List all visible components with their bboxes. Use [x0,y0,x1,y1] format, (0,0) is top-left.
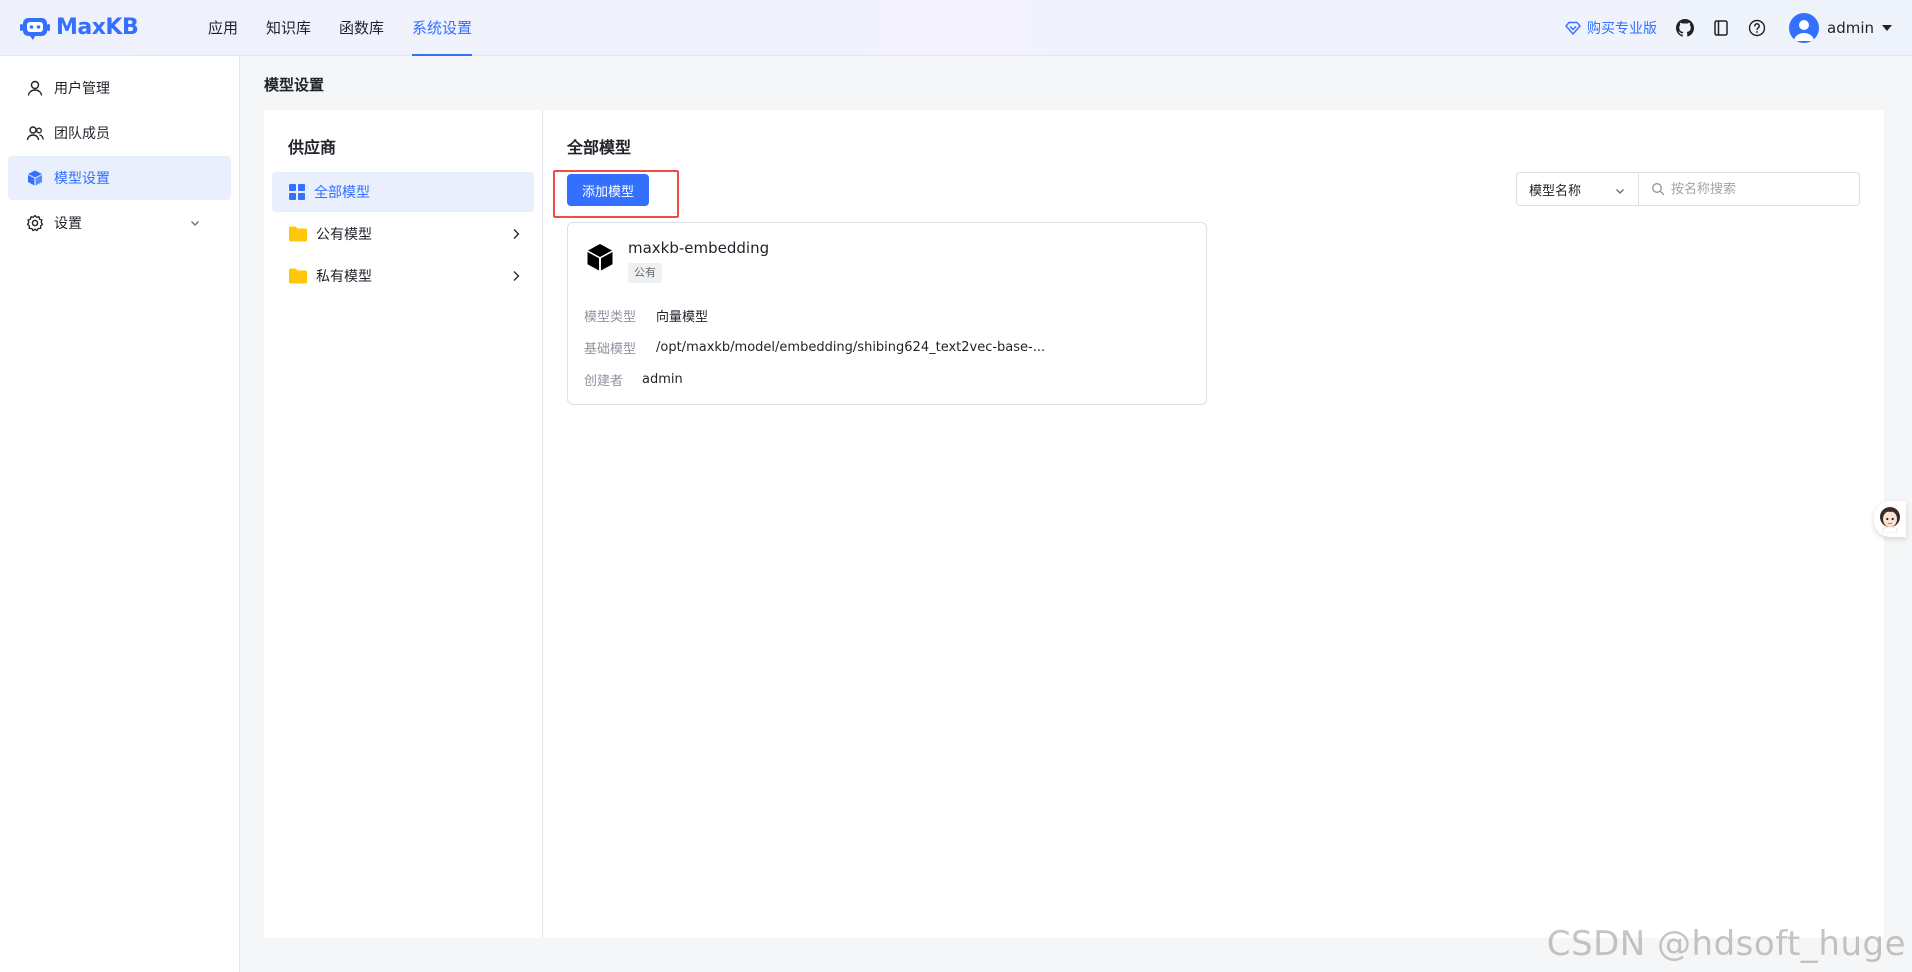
nav-item-system-settings[interactable]: 系统设置 [412,0,473,56]
model-detail-key: 模型类型 [584,309,637,325]
search-box [1638,172,1860,206]
sidebar-item-label: 设置 [54,216,82,232]
assistant-avatar-icon [1880,507,1900,533]
book-icon [1714,20,1728,36]
main-panel: 供应商 全部模型 公有模型 私有模型 全部模型 添加模型 模型名称 按名称搜索 … [264,110,1884,938]
sidebar-item-label: 团队成员 [54,126,110,142]
caret-down-icon [1882,25,1892,31]
provider-item-label: 全部模型 [314,185,370,201]
cube-icon [587,244,613,271]
search-input[interactable] [1671,181,1851,197]
model-list: 全部模型 添加模型 模型名称 按名称搜索 maxkb-embedding 公有 … [543,110,1884,938]
sidebar: 用户管理 团队成员 模型设置 设置 [0,56,240,972]
model-card[interactable]: maxkb-embedding 公有 模型类型 向量模型 基础模型 /opt/m… [567,222,1207,405]
model-name: maxkb-embedding [628,239,770,257]
filter-field-value: 模型名称 [1529,183,1582,199]
header-actions: 购买专业版 admin [1565,0,1892,56]
folder-icon [289,226,307,242]
page-title: 模型设置 [264,76,325,94]
model-detail-value: 向量模型 [656,309,709,325]
diamond-icon [1565,21,1581,35]
model-visibility-tag: 公有 [628,263,662,283]
team-icon [26,126,44,141]
help-circle-icon [1748,19,1766,37]
folder-icon [289,268,307,284]
provider-item-label: 公有模型 [316,227,372,243]
user-icon [27,80,43,96]
sidebar-item-label: 用户管理 [54,81,110,97]
user-menu[interactable]: admin [1789,13,1892,43]
provider-item-label: 私有模型 [316,269,372,285]
avatar [1789,13,1819,43]
github-button[interactable] [1675,18,1695,38]
sidebar-item-user-management[interactable]: 用户管理 [8,66,231,110]
provider-item-private-models[interactable]: 私有模型 [272,256,534,296]
nav-item-knowledge[interactable]: 知识库 [266,0,311,56]
cube-icon [28,170,42,186]
buy-pro-label: 购买专业版 [1587,21,1657,37]
gear-icon [26,214,44,232]
filter-field-select[interactable]: 模型名称 [1516,172,1638,206]
search-icon [1652,183,1665,196]
provider-list: 供应商 全部模型 公有模型 私有模型 [264,110,543,938]
app-name: MaxKB [56,15,139,40]
model-detail-row: 创建者 admin [584,363,1190,395]
watermark: CSDN @hdsoft_huge [1546,924,1906,964]
user-avatar-icon [1794,20,1814,41]
model-detail-value: admin [642,371,683,387]
model-list-title: 全部模型 [567,138,632,157]
logo[interactable]: MaxKB [20,15,156,40]
github-icon [1676,19,1694,37]
model-card-details: 模型类型 向量模型 基础模型 /opt/maxkb/model/embeddin… [584,299,1190,395]
grid-icon [289,184,305,200]
user-name: admin [1827,19,1874,37]
nav-item-functions[interactable]: 函数库 [339,0,384,56]
model-detail-key: 基础模型 [584,341,637,357]
model-filter: 模型名称 [1516,172,1860,206]
sidebar-item-model-settings[interactable]: 模型设置 [8,156,231,200]
chevron-right-icon [513,229,520,239]
assistant-float-button[interactable] [1874,501,1906,537]
docs-button[interactable] [1711,18,1731,38]
sidebar-item-label: 模型设置 [54,171,110,187]
model-card-header: maxkb-embedding 公有 [584,239,1190,283]
nav-item-app[interactable]: 应用 [208,0,238,56]
chevron-down-icon [1616,189,1624,194]
provider-list-title: 供应商 [288,138,337,157]
top-bar: MaxKB 应用 知识库 函数库 系统设置 购买专业版 admin [0,0,1912,56]
add-model-button[interactable]: 添加模型 [567,174,649,206]
model-detail-row: 模型类型 向量模型 [584,299,1190,331]
maxkb-logo-icon [20,17,50,40]
provider-item-public-models[interactable]: 公有模型 [272,214,534,254]
model-detail-row: 基础模型 /opt/maxkb/model/embedding/shibing6… [584,331,1190,363]
buy-pro-link[interactable]: 购买专业版 [1565,18,1657,38]
sidebar-item-settings[interactable]: 设置 [8,201,231,245]
sidebar-item-team-members[interactable]: 团队成员 [8,111,231,155]
provider-item-all-models[interactable]: 全部模型 [272,172,534,212]
main-nav: 应用 知识库 函数库 系统设置 [208,0,500,56]
model-detail-value: /opt/maxkb/model/embedding/shibing624_te… [656,339,1046,355]
chevron-right-icon [513,271,520,281]
help-button[interactable] [1747,18,1767,38]
chevron-down-icon [191,221,199,226]
